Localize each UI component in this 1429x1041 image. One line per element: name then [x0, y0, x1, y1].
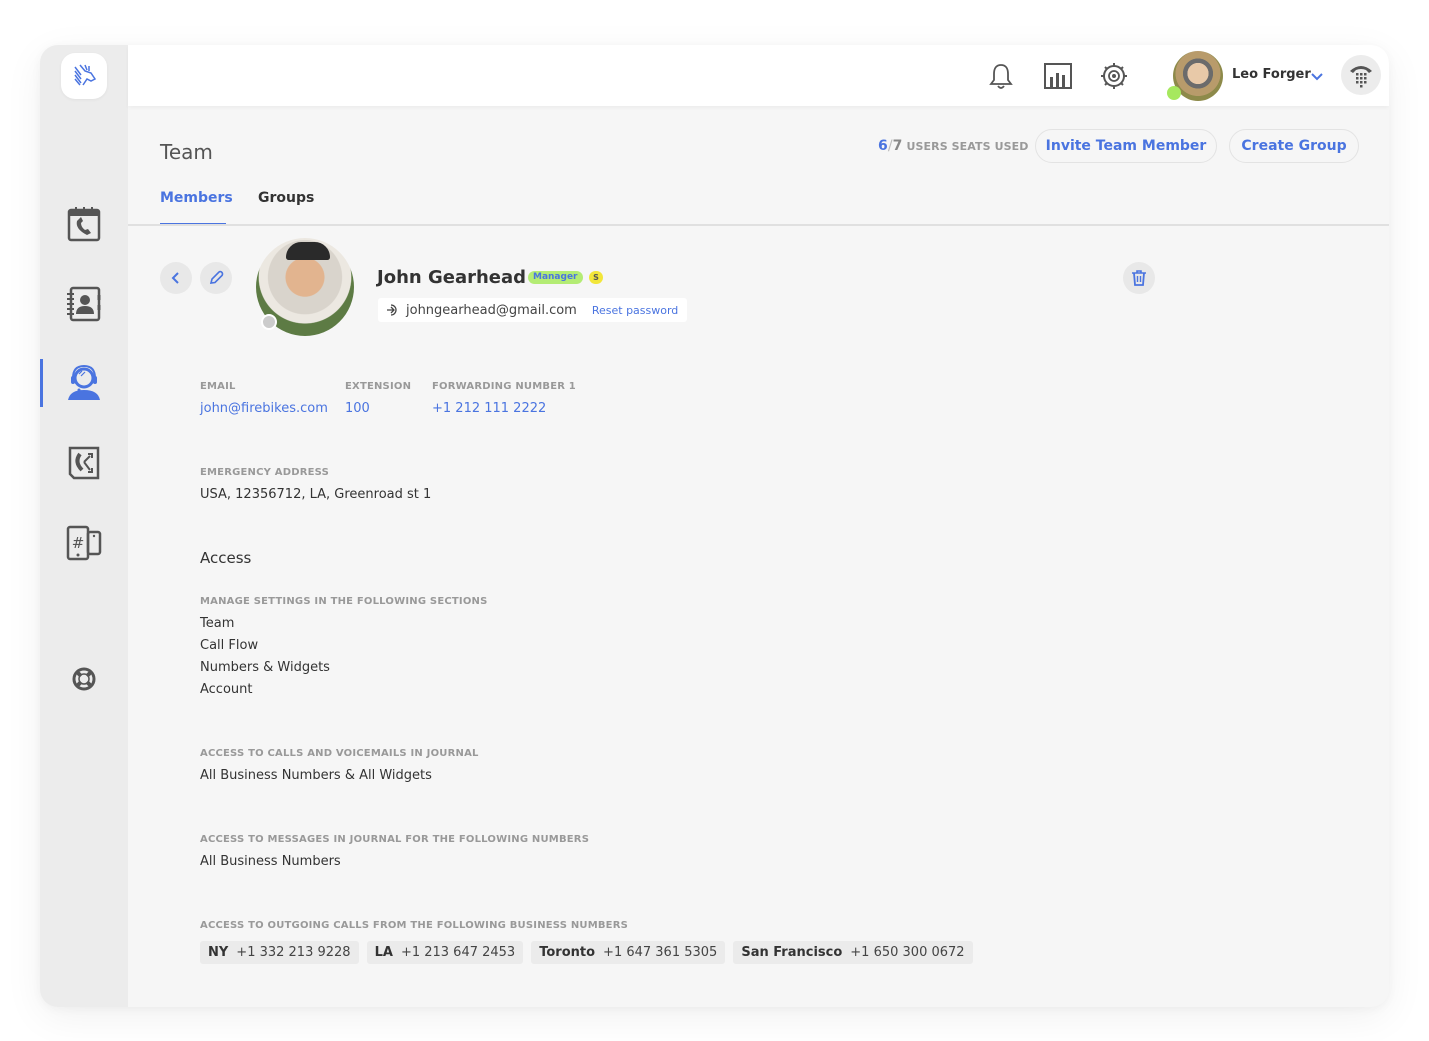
analytics-button[interactable] [1042, 60, 1074, 92]
app-window: # Leo Forger Team 6/7 USERS SEATS USED I… [40, 45, 1389, 1007]
tabs-divider [128, 224, 1389, 226]
messages-journal-access-value: All Business Numbers [200, 854, 341, 869]
gear-icon [1101, 63, 1127, 89]
email-label: EMAIL [200, 381, 236, 392]
email-value[interactable]: john@firebikes.com [200, 401, 328, 416]
number-name: San Francisco [741, 945, 843, 960]
access-section-title: Access [200, 549, 252, 567]
invite-team-member-button[interactable]: Invite Team Member [1035, 129, 1217, 163]
back-button[interactable] [160, 262, 192, 294]
member-avatar [256, 238, 354, 336]
tab-members[interactable]: Members [160, 190, 233, 206]
app-logo[interactable] [61, 53, 107, 99]
seats-used: 6 [878, 138, 888, 154]
extension-value[interactable]: 100 [345, 401, 370, 416]
sidebar-item-call-journal[interactable] [40, 200, 128, 248]
sign-in-icon [387, 304, 397, 316]
manage-item-team: Team [200, 616, 235, 631]
tier-badge: S [589, 271, 603, 284]
sidebar-item-numbers-widgets[interactable]: # [40, 519, 128, 567]
tab-groups[interactable]: Groups [258, 190, 314, 206]
messages-journal-access-label: ACCESS TO MESSAGES IN JOURNAL FOR THE FO… [200, 834, 590, 845]
notifications-button[interactable] [985, 60, 1017, 92]
trash-icon [1132, 270, 1146, 286]
member-status-indicator [261, 314, 277, 330]
extension-label: EXTENSION [345, 381, 412, 392]
calls-journal-access-value: All Business Numbers & All Widgets [200, 768, 432, 783]
forwarding-number-label: FORWARDING NUMBER 1 [432, 381, 576, 392]
number-name: NY [208, 945, 229, 960]
top-bar: Leo Forger [128, 45, 1389, 106]
outgoing-number-chip: LA +1 213 647 2453 [366, 941, 524, 964]
create-group-button[interactable]: Create Group [1229, 129, 1359, 163]
sidebar: # [40, 45, 128, 1007]
login-info: johngearhead@gmail.com Reset password [378, 298, 688, 322]
seats-label: USERS SEATS USED [906, 140, 1029, 153]
bell-icon [989, 64, 1013, 89]
manage-item-call-flow: Call Flow [200, 638, 259, 653]
page-title: Team [160, 140, 213, 164]
outgoing-number-chip: NY +1 332 213 9228 [200, 941, 359, 964]
role-badge: Manager [528, 271, 583, 284]
sidebar-item-contacts[interactable] [40, 280, 128, 328]
seats-total: 7 [892, 138, 903, 154]
number-value: +1 650 300 0672 [850, 945, 965, 960]
emergency-address-value: USA, 12356712, LA, Greenroad st 1 [200, 487, 432, 502]
svg-text:#: # [72, 534, 85, 552]
outgoing-numbers-list: NY +1 332 213 9228 LA +1 213 647 2453 To… [200, 941, 973, 964]
user-menu-toggle[interactable] [1310, 67, 1324, 86]
avatar-cap [286, 242, 330, 260]
user-online-status [1167, 86, 1181, 100]
dialpad-phone-icon [1350, 66, 1372, 88]
user-name[interactable]: Leo Forger [1232, 67, 1311, 82]
pencil-icon [209, 270, 224, 284]
outgoing-number-chip: San Francisco +1 650 300 0672 [733, 941, 973, 964]
manage-settings-label: MANAGE SETTINGS IN THE FOLLOWING SECTION… [200, 596, 488, 607]
delete-member-button[interactable] [1123, 262, 1155, 294]
lifebuoy-icon [72, 667, 96, 691]
member-name: John Gearhead [377, 267, 527, 288]
edit-button[interactable] [200, 262, 232, 294]
number-value: +1 332 213 9228 [236, 945, 351, 960]
forwarding-number-value[interactable]: +1 212 111 2222 [432, 401, 546, 416]
sidebar-item-team[interactable] [40, 359, 128, 407]
outgoing-calls-access-label: ACCESS TO OUTGOING CALLS FROM THE FOLLOW… [200, 920, 629, 931]
number-name: LA [374, 945, 393, 960]
dialer-button[interactable] [1341, 55, 1381, 95]
calendar-phone-icon [67, 207, 101, 242]
manage-item-account: Account [200, 682, 253, 697]
emergency-address-label: EMERGENCY ADDRESS [200, 467, 330, 478]
contact-book-icon [67, 286, 101, 322]
sidebar-item-support[interactable] [40, 655, 128, 703]
call-flow-icon [68, 446, 100, 480]
number-value: +1 213 647 2453 [400, 945, 516, 960]
seats-counter: 6/7 USERS SEATS USED [878, 138, 1029, 154]
calls-journal-access-label: ACCESS TO CALLS AND VOICEMAILS IN JOURNA… [200, 748, 479, 759]
outgoing-number-chip: Toronto +1 647 361 5305 [531, 941, 726, 964]
login-email: johngearhead@gmail.com [406, 302, 577, 318]
settings-button[interactable] [1098, 60, 1130, 92]
dragon-logo-icon [74, 64, 97, 86]
hash-devices-icon: # [66, 525, 102, 561]
number-name: Toronto [539, 945, 596, 960]
bar-chart-icon [1044, 63, 1072, 89]
chevron-left-icon [171, 272, 179, 284]
headset-agent-icon [68, 364, 100, 400]
reset-password-link[interactable]: Reset password [592, 304, 678, 317]
sidebar-item-call-flow[interactable] [40, 439, 128, 487]
manage-item-numbers-widgets: Numbers & Widgets [200, 660, 330, 675]
user-avatar[interactable] [1167, 51, 1223, 101]
chevron-down-icon [1311, 73, 1323, 81]
number-value: +1 647 361 5305 [603, 945, 718, 960]
